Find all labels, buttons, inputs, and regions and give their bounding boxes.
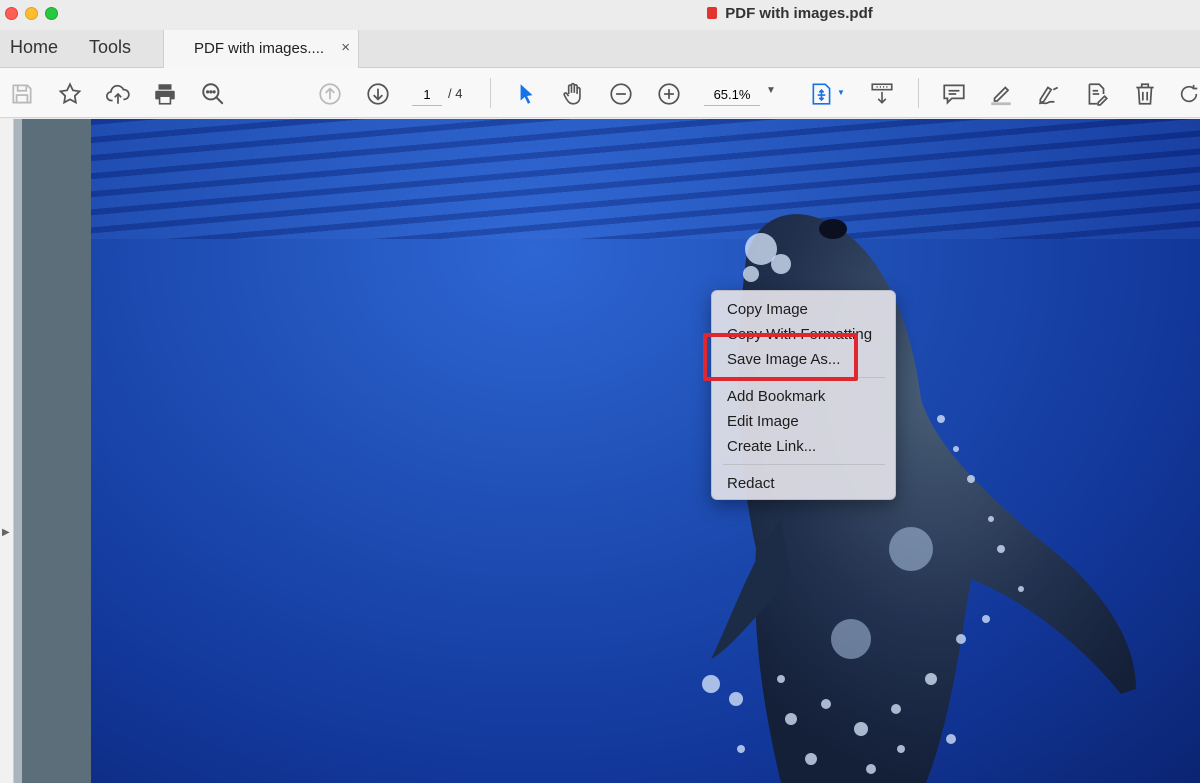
expand-panel-icon[interactable]: ▶ [2,527,10,538]
search-icon[interactable] [199,80,227,108]
document-area: ▶ Copy Image Copy With Formatting Save I… [0,119,1200,783]
sea-lion-illustration [702,214,1136,783]
zoom-in-icon[interactable] [655,80,683,108]
toolbar-divider [490,78,491,108]
sign-icon[interactable] [1035,80,1063,108]
zoom-out-icon[interactable] [607,80,635,108]
menu-item-add-bookmark[interactable]: Add Bookmark [727,388,825,405]
title-bar: PDF with images.pdf [0,0,1200,30]
zoom-dropdown-icon[interactable]: ▼ [766,85,776,96]
pdf-file-icon [707,7,718,19]
select-arrow-icon[interactable] [512,80,540,108]
edit-pdf-icon[interactable] [1083,80,1111,108]
cloud-upload-icon[interactable] [104,80,132,108]
delete-icon[interactable] [1131,80,1159,108]
context-menu: Copy Image Copy With Formatting Save Ima… [711,290,896,500]
rotate-icon[interactable] [1178,80,1200,108]
zoom-level-input[interactable] [704,84,760,106]
save-image-as-highlight [703,333,858,381]
page-total: / 4 [448,86,463,101]
menu-divider [723,464,885,465]
menu-item-edit-image[interactable]: Edit Image [727,413,799,430]
toolbar: / 4 ▼ ▼ [0,68,1200,118]
tab-home[interactable]: Home [10,37,58,58]
fit-page-icon[interactable] [808,80,836,108]
hand-icon[interactable] [559,80,587,108]
close-tab-icon[interactable]: × [341,39,350,56]
highlight-icon[interactable] [987,80,1015,108]
page-gutter [14,119,22,783]
scroll-mode-icon[interactable] [868,80,896,108]
save-icon[interactable] [8,80,36,108]
fit-page-dropdown-icon[interactable]: ▼ [837,88,845,97]
toolbar-divider [918,78,919,108]
menu-item-redact[interactable]: Redact [727,475,775,492]
pdf-page-image[interactable] [91,119,1200,783]
window-title-text: PDF with images.pdf [725,5,873,22]
window-title: PDF with images.pdf [0,5,1200,22]
page-down-icon[interactable] [364,80,392,108]
print-icon[interactable] [151,80,179,108]
page-up-icon[interactable] [316,80,344,108]
page-number-input[interactable] [412,84,442,106]
tab-tools[interactable]: Tools [89,37,131,58]
star-icon[interactable] [56,80,84,108]
tab-row: Home Tools PDF with images.... × [0,30,1200,68]
document-tab-label: PDF with images.... [194,40,325,57]
menu-item-copy-image[interactable]: Copy Image [727,301,808,318]
document-tab[interactable]: PDF with images.... × [163,30,359,68]
comment-icon[interactable] [940,80,968,108]
left-panel-strip: ▶ [0,119,14,783]
sea-lion-eye [819,219,847,239]
menu-item-create-link[interactable]: Create Link... [727,438,816,455]
